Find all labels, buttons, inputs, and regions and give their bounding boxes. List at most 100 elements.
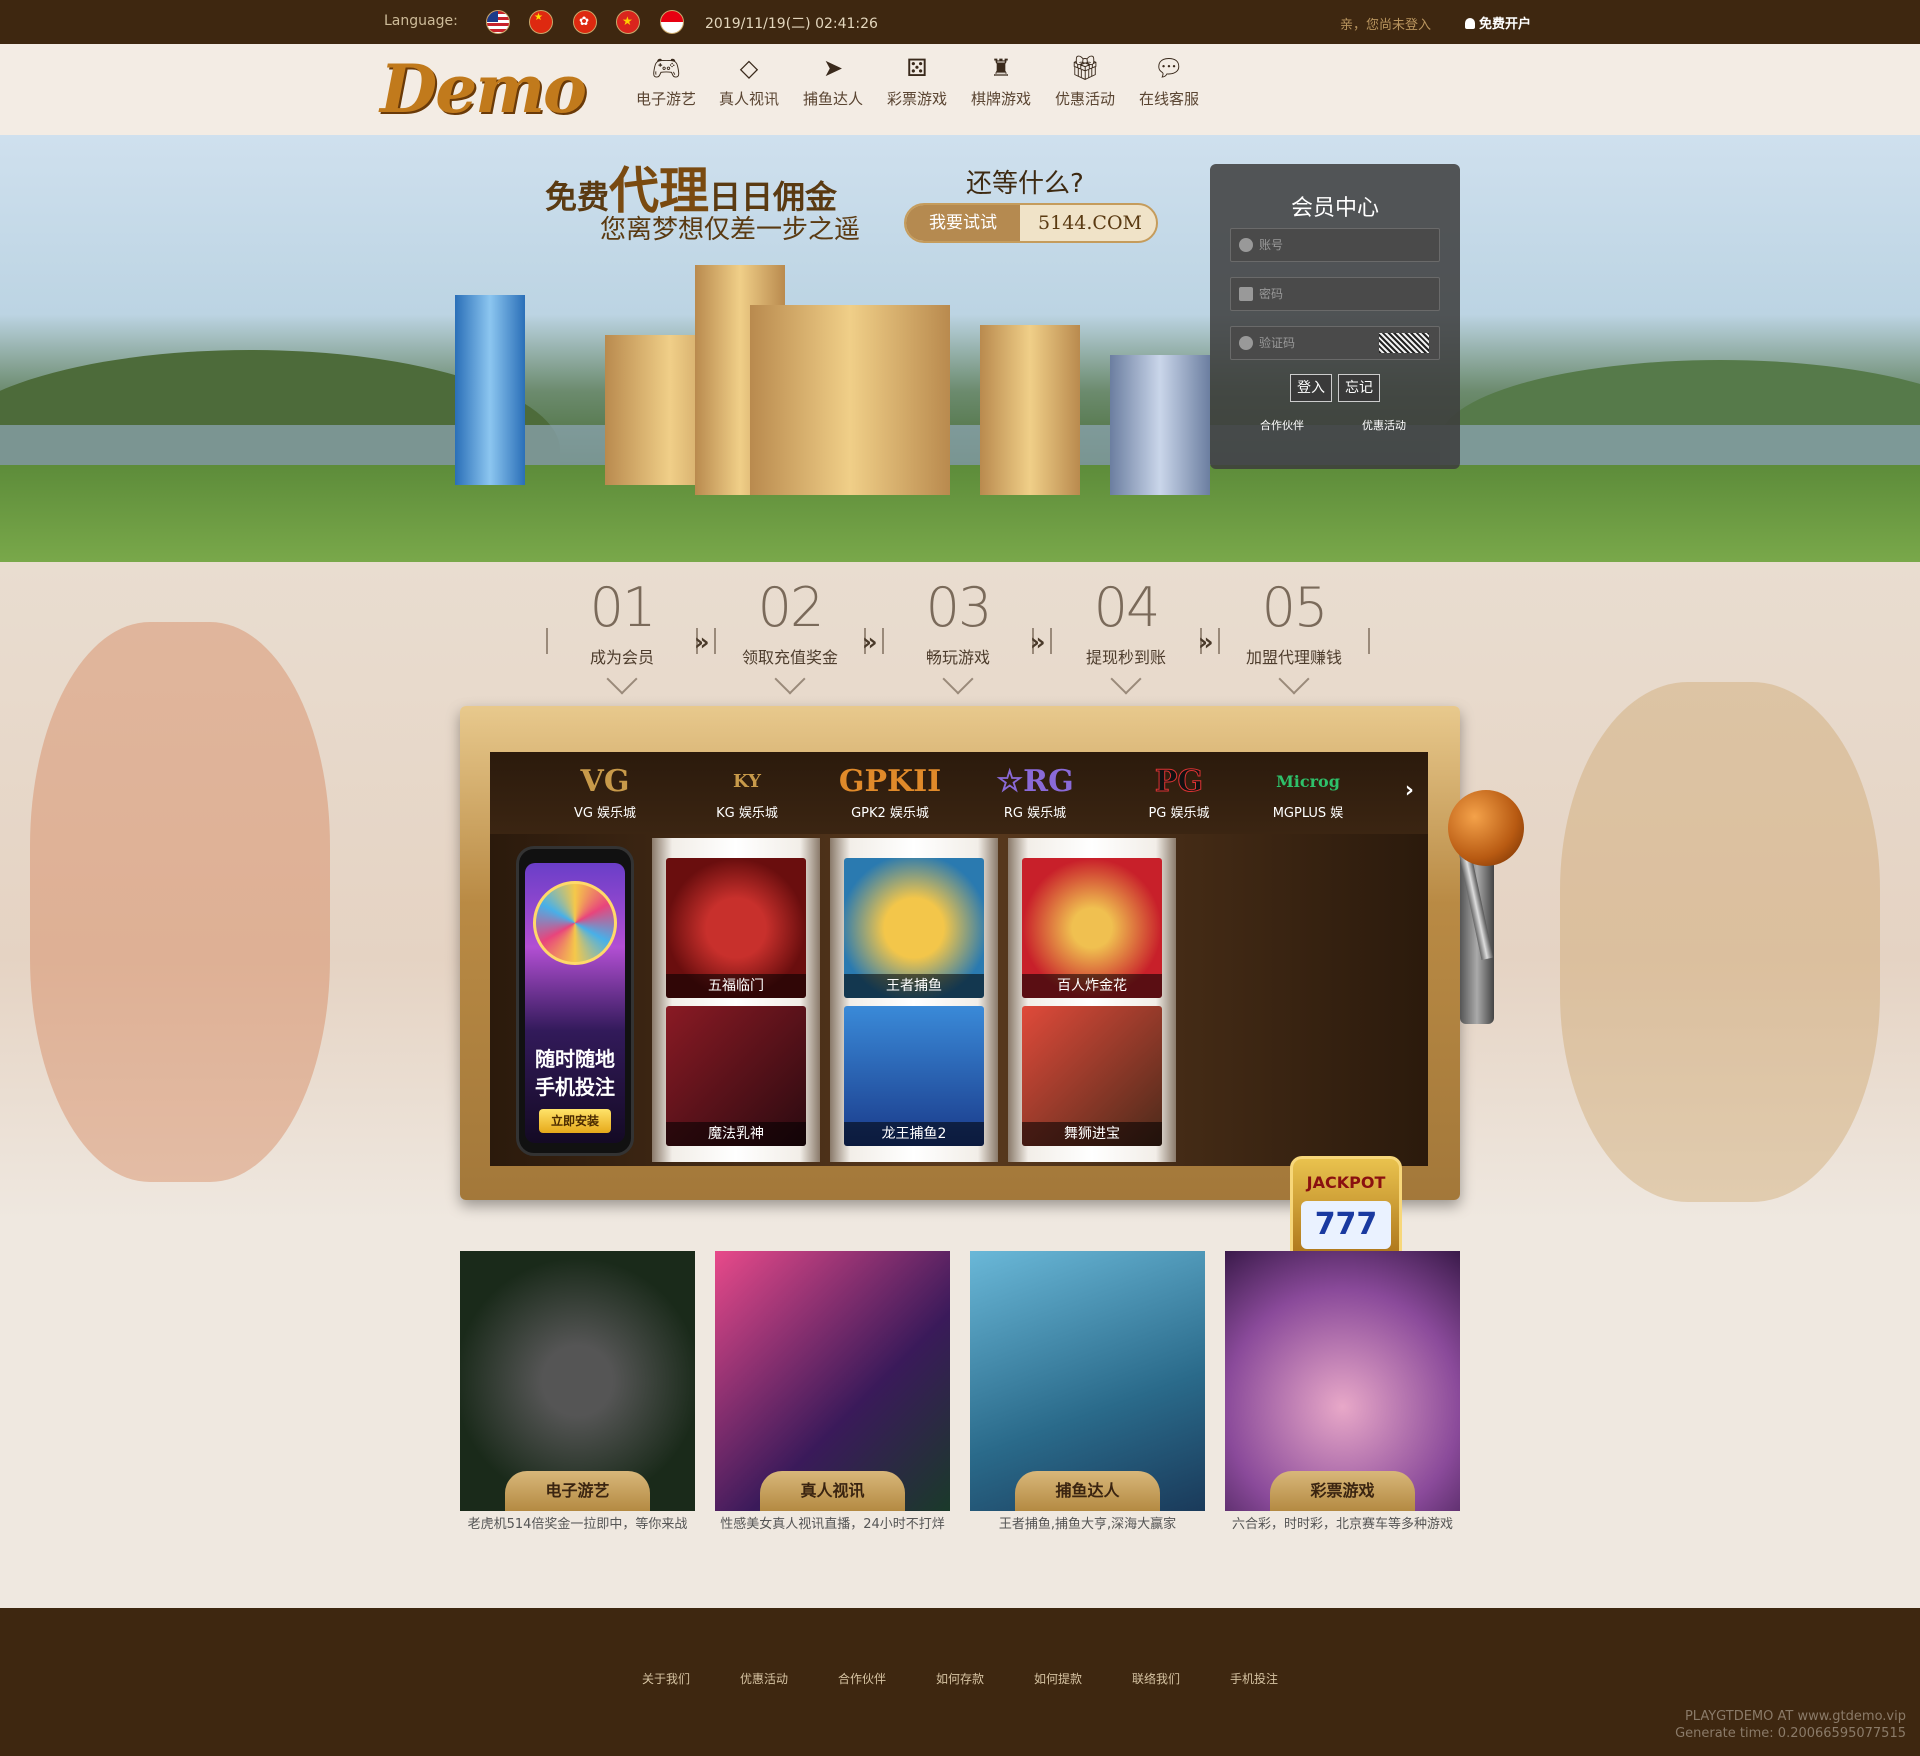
category-desc: 性感美女真人视讯直播，24小时不打烊	[720, 1517, 945, 1532]
mobile-promo-line: 随时随地	[535, 1047, 615, 1071]
user-icon	[1239, 238, 1253, 252]
datetime: 2019/11/19(二) 02:41:26	[705, 16, 878, 32]
game-tile[interactable]: 五福临门	[666, 858, 806, 998]
us-flag-icon[interactable]	[486, 10, 510, 34]
game-tile[interactable]: 百人炸金花	[1022, 858, 1162, 998]
game-title: 龙王捕鱼2	[844, 1122, 984, 1146]
provider-pg[interactable]: PG PG 娱乐城	[1124, 762, 1234, 822]
game-title: 百人炸金花	[1022, 974, 1162, 998]
install-button[interactable]: 立即安装	[539, 1109, 611, 1133]
step-bracket	[882, 628, 1034, 654]
nav-item-lottery[interactable]: ⚄ 彩票游戏	[877, 54, 957, 109]
footer-link[interactable]: 关于我们	[642, 1670, 690, 1687]
nav-item-support[interactable]: 💬︎ 在线客服	[1129, 54, 1209, 109]
nav-label: 棋牌游戏	[970, 90, 1031, 108]
nav-item-live[interactable]: ◇ 真人视讯	[709, 54, 789, 109]
footer-link[interactable]: 如何存款	[936, 1670, 984, 1687]
category-desc: 六合彩，时时彩，北京赛车等多种游戏	[1231, 1517, 1453, 1532]
partner-link[interactable]: 合作伙伴	[1260, 417, 1304, 433]
mobile-promo-line: 手机投注	[535, 1075, 615, 1099]
login-button[interactable]: 登入	[1290, 374, 1332, 402]
game-tile[interactable]: 王者捕鱼	[844, 858, 984, 998]
category-card-lottery[interactable]: 彩票游戏 六合彩，时时彩，北京赛车等多种游戏	[1225, 1251, 1460, 1535]
gift-icon: 🎁︎	[1069, 54, 1101, 82]
chevron-down-icon	[606, 663, 638, 695]
credit-line: Generate time: 0.20066595077515	[1675, 1726, 1906, 1741]
game-title: 王者捕鱼	[844, 974, 984, 998]
provider-rg[interactable]: ☆RG RG 娱乐城	[980, 762, 1090, 821]
logo[interactable]: Demo	[380, 50, 587, 128]
casino-building	[1110, 355, 1210, 495]
nav-item-fishing[interactable]: ➤ 捕鱼达人	[793, 54, 873, 109]
chevron-down-icon	[1278, 663, 1310, 695]
game-tile[interactable]: 魔法乳神	[666, 1006, 806, 1146]
account-field[interactable]	[1230, 228, 1440, 262]
footer-link[interactable]: 合作伙伴	[838, 1670, 886, 1687]
lever-knob[interactable]	[1448, 790, 1524, 866]
nav-label: 捕鱼达人	[802, 90, 863, 108]
chevron-right-icon[interactable]: ›	[1405, 778, 1414, 803]
provider-mgplus[interactable]: Microg MGPLUS 娱	[1260, 762, 1356, 821]
captcha-field[interactable]	[1230, 326, 1440, 360]
double-arrow-icon: »	[1030, 628, 1046, 656]
register-link[interactable]: 免费开户	[1465, 13, 1531, 32]
provider-logo: PG	[1154, 764, 1204, 800]
step-3: 03 畅玩游戏	[882, 576, 1034, 695]
lock-icon	[1239, 287, 1253, 301]
header: Demo 🎮︎ 电子游艺 ◇ 真人视讯 ➤ 捕鱼达人 ⚄ 彩票游戏 ♜ 棋牌游戏…	[0, 44, 1920, 135]
chat-icon: 💬︎	[1153, 54, 1185, 82]
provider-gpk2[interactable]: GPKII GPK2 娱乐城	[835, 762, 945, 821]
password-field[interactable]	[1230, 277, 1440, 311]
account-input[interactable]	[1259, 229, 1429, 261]
hk-flag-icon[interactable]	[573, 10, 597, 34]
background-character-left	[30, 622, 330, 1182]
game-tile[interactable]: 舞狮进宝	[1022, 1006, 1162, 1146]
provider-kg[interactable]: KY KG 娱乐城	[692, 762, 802, 821]
hotel-building	[980, 325, 1080, 495]
password-input[interactable]	[1259, 278, 1429, 310]
captcha-image[interactable]	[1379, 333, 1429, 353]
category-title: 电子游艺	[505, 1471, 650, 1511]
category-card-slots[interactable]: 电子游艺 老虎机514倍奖金一拉即中，等你来战	[460, 1251, 695, 1535]
game-title: 五福临门	[666, 974, 806, 998]
promo-link[interactable]: 优惠活动	[1362, 417, 1406, 433]
login-title: 会员中心	[1290, 196, 1379, 221]
provider-vg[interactable]: VG VG 娱乐城	[550, 762, 660, 821]
footer: 关于我们 优惠活动 合作伙伴 如何存款 如何提款 联络我们 手机投注 PLAYG…	[0, 1608, 1920, 1756]
provider-name: RG 娱乐城	[1003, 806, 1067, 821]
footer-link[interactable]: 联络我们	[1132, 1670, 1180, 1687]
nav-item-slots[interactable]: 🎮︎ 电子游艺	[626, 54, 706, 109]
chevron-down-icon	[942, 663, 974, 695]
nav-label: 优惠活动	[1054, 90, 1115, 108]
category-card-fishing[interactable]: 捕鱼达人 王者捕鱼,捕鱼大亨,深海大赢家	[970, 1251, 1205, 1535]
footer-link[interactable]: 优惠活动	[740, 1670, 788, 1687]
step-bracket	[546, 628, 698, 654]
provider-name: GPK2 娱乐城	[851, 806, 929, 821]
nav-item-chess[interactable]: ♜ 棋牌游戏	[961, 54, 1041, 109]
provider-strip: VG VG 娱乐城 KY KG 娱乐城 GPKII GPK2 娱乐城 ☆RG R…	[490, 752, 1428, 834]
vn-flag-icon[interactable]	[616, 10, 640, 34]
id-flag-icon[interactable]	[660, 10, 684, 34]
provider-name: MGPLUS 娱	[1272, 806, 1344, 821]
category-title: 真人视讯	[760, 1471, 905, 1511]
footer-link[interactable]: 如何提款	[1034, 1670, 1082, 1687]
captcha-input[interactable]	[1259, 327, 1369, 359]
category-image: 真人视讯	[715, 1251, 950, 1511]
provider-logo: KY	[732, 771, 761, 792]
nav-item-promotions[interactable]: 🎁︎ 优惠活动	[1045, 54, 1125, 109]
chevron-down-icon	[1110, 663, 1142, 695]
footer-credit: PLAYGTDEMO AT www.gtdemo.vip Generate ti…	[1675, 1708, 1906, 1742]
footer-link[interactable]: 手机投注	[1230, 1670, 1278, 1687]
forgot-button[interactable]: 忘记	[1338, 374, 1380, 402]
try-now-button[interactable]: 我要试试 5144.COM	[904, 203, 1158, 243]
mobile-promo[interactable]: 随时随地 手机投注 立即安装	[516, 846, 634, 1156]
reel: 王者捕鱼 龙王捕鱼2	[830, 838, 998, 1162]
top-bar: Language: 2019/11/19(二) 02:41:26 亲，您尚未登入…	[0, 0, 1920, 44]
member-login-panel: 会员中心 登入 忘记 合作伙伴 优惠活动	[1210, 164, 1460, 469]
nav-label: 彩票游戏	[886, 90, 947, 108]
step-5: 05 加盟代理赚钱	[1218, 576, 1370, 695]
key-icon	[1239, 336, 1253, 350]
category-card-live[interactable]: 真人视讯 性感美女真人视讯直播，24小时不打烊	[715, 1251, 950, 1535]
cn-flag-icon[interactable]	[529, 10, 553, 34]
game-tile[interactable]: 龙王捕鱼2	[844, 1006, 984, 1146]
